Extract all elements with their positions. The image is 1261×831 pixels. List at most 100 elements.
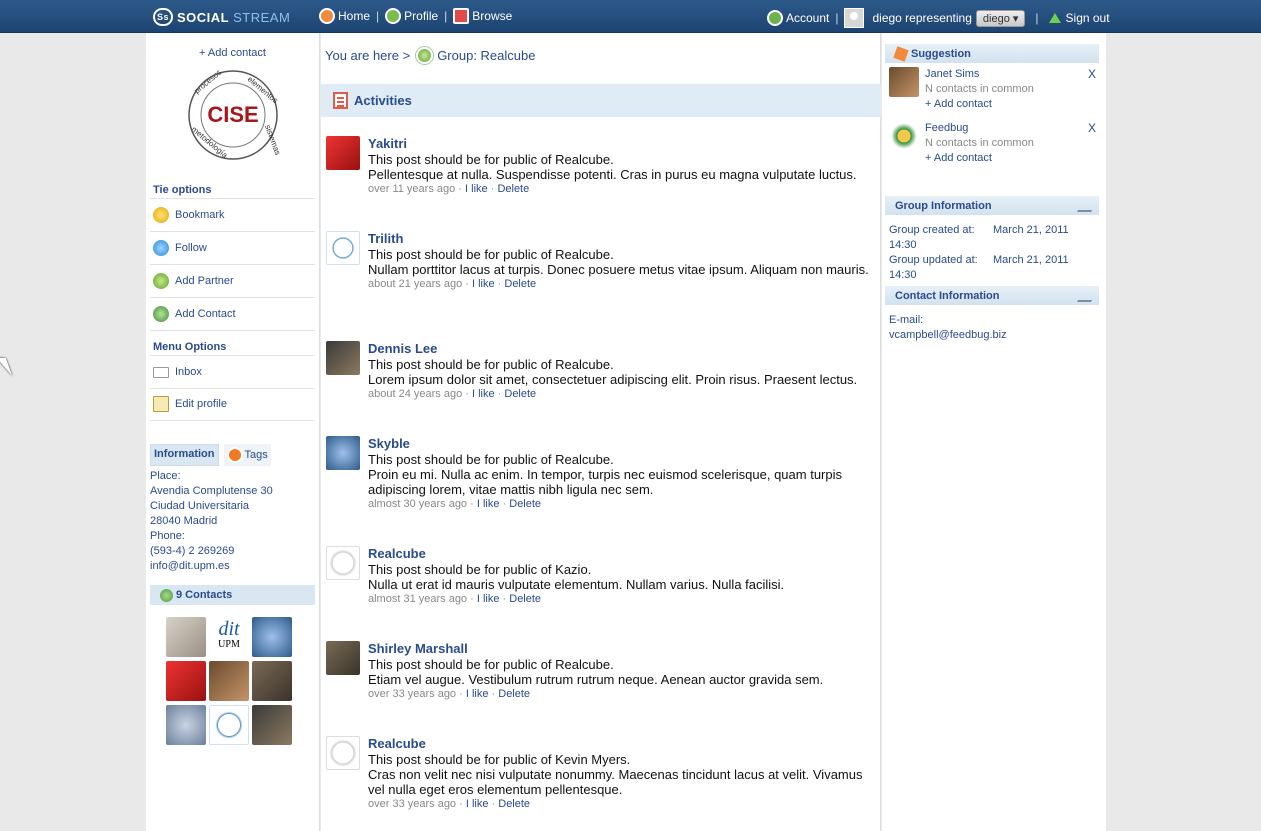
suggestion-avatar[interactable]: [889, 67, 919, 97]
suggestion-name[interactable]: Janet Sims: [925, 68, 979, 80]
follow-option[interactable]: Follow: [150, 232, 315, 265]
nav-home[interactable]: Home: [319, 8, 370, 24]
post-avatar[interactable]: [326, 436, 360, 470]
post-meta: about 24 years ago · I like · Delete: [368, 388, 537, 400]
tag-icon: [226, 447, 243, 463]
contact-avatar[interactable]: [252, 617, 292, 657]
post-text-line1: This post should be for public of Kevin …: [368, 752, 631, 767]
user-nav: Account | diego representing diego ▾ | S…: [767, 8, 1110, 28]
post-avatar[interactable]: [326, 231, 360, 265]
like-link[interactable]: I like: [466, 688, 489, 700]
suggestion-name[interactable]: Feedbug: [925, 122, 968, 134]
contact-avatar[interactable]: [252, 661, 292, 701]
contact-avatar-etsit[interactable]: [166, 705, 206, 745]
edit-pencil-icon[interactable]: [1076, 198, 1100, 212]
inbox-option[interactable]: Inbox: [150, 356, 315, 389]
like-link[interactable]: I like: [465, 183, 488, 195]
contact-avatar[interactable]: [209, 661, 249, 701]
profile-information: Place: Avendia Complutense 30 Ciudad Uni…: [150, 469, 273, 574]
add-partner-option[interactable]: Add Partner: [150, 265, 315, 298]
sign-out-link[interactable]: Sign out: [1048, 11, 1110, 25]
suggestion-add-contact[interactable]: + Add contact: [925, 98, 992, 110]
info-email[interactable]: info@dit.upm.es: [150, 559, 273, 574]
post-author[interactable]: Skyble: [368, 436, 873, 451]
partner-icon: [153, 273, 169, 289]
like-link[interactable]: I like: [477, 498, 500, 510]
post-avatar[interactable]: [326, 136, 360, 170]
contact-avatar-dit-upm[interactable]: dit UPM: [209, 617, 249, 657]
breadcrumb: You are here > Group: Realcube: [325, 47, 535, 64]
post-author[interactable]: Yakitri: [368, 136, 873, 151]
delete-link[interactable]: Delete: [509, 498, 541, 510]
menu-options-title: Menu Options: [153, 341, 227, 353]
add-contact-link[interactable]: + Add contact: [199, 47, 266, 59]
contact-info-title: Contact Information: [895, 289, 1000, 302]
logo-social: SOCIAL: [177, 9, 230, 25]
nav-account[interactable]: Account: [767, 10, 829, 26]
group-icon: [416, 47, 434, 64]
tab-tags[interactable]: Tags: [223, 444, 271, 466]
user-avatar[interactable]: [844, 8, 865, 28]
representation-select[interactable]: diego ▾: [975, 9, 1026, 27]
post-author[interactable]: Shirley Marshall: [368, 641, 873, 656]
nav-home-label: Home: [338, 9, 371, 23]
post-time: over 33 years ago: [368, 798, 457, 810]
post-author[interactable]: Realcube: [368, 546, 873, 561]
breadcrumb-group[interactable]: Group: Realcube: [437, 48, 535, 63]
email-value[interactable]: vcampbell@feedbug.biz: [889, 329, 1007, 341]
updated-value: March 21, 2011: [993, 254, 1069, 266]
contact-avatar[interactable]: [166, 617, 206, 657]
contact-avatar[interactable]: [209, 705, 249, 745]
nav-profile[interactable]: Profile: [385, 8, 438, 24]
delete-link[interactable]: Delete: [504, 388, 536, 400]
dismiss-suggestion-button[interactable]: X: [1088, 121, 1096, 135]
inbox-label: Inbox: [175, 366, 202, 378]
logo-ring-3: sistemas: [263, 124, 282, 157]
representing-text: diego representing: [872, 11, 972, 25]
post-time: almost 31 years ago: [368, 593, 468, 605]
right-sidebar: Suggestion Janet Sims N contacts in comm…: [882, 33, 1106, 831]
nav-profile-label: Profile: [404, 9, 439, 23]
delete-link[interactable]: Delete: [504, 278, 536, 290]
like-link[interactable]: I like: [472, 278, 495, 290]
like-link[interactable]: I like: [477, 593, 500, 605]
post-avatar[interactable]: [326, 546, 360, 580]
post-avatar[interactable]: [326, 341, 360, 375]
rep-select-value: diego: [982, 12, 1010, 25]
top-bar: Ss SOCIAL STREAM Home | Profile | Browse…: [0, 0, 1261, 33]
delete-link[interactable]: Delete: [509, 593, 541, 605]
like-link[interactable]: I like: [466, 798, 489, 810]
post-avatar[interactable]: [326, 736, 360, 770]
updated-label: Group updated at:: [889, 254, 978, 266]
dismiss-suggestion-button[interactable]: X: [1088, 67, 1096, 81]
tab-tags-label: Tags: [244, 449, 268, 461]
cise-logo: CISE procesos elementos sistemas metodol…: [188, 68, 282, 160]
suggestion-avatar[interactable]: [889, 121, 919, 151]
post-author[interactable]: Realcube: [368, 736, 873, 751]
post-text-line1: This post should be for public of Realcu…: [368, 152, 614, 167]
contact-avatar[interactable]: [252, 705, 292, 745]
delete-link[interactable]: Delete: [498, 798, 530, 810]
suggestion-add-contact[interactable]: + Add contact: [925, 152, 992, 164]
contact-avatar-ruby[interactable]: [166, 661, 206, 701]
post-author[interactable]: Dennis Lee: [368, 341, 873, 356]
logo-stream: STREAM: [233, 9, 291, 25]
nav-browse[interactable]: Browse: [453, 8, 512, 24]
edit-profile-option[interactable]: Edit profile: [150, 388, 315, 421]
bookmark-option[interactable]: Bookmark: [150, 199, 315, 232]
delete-link[interactable]: Delete: [498, 688, 530, 700]
post-avatar[interactable]: [326, 641, 360, 675]
tab-information[interactable]: Information: [150, 444, 219, 466]
delete-link[interactable]: Delete: [497, 183, 529, 195]
activities-icon: [333, 92, 348, 109]
post-text-line1: This post should be for public of Realcu…: [368, 452, 614, 467]
add-partner-label: Add Partner: [175, 275, 234, 287]
created-label: Group created at:: [889, 224, 975, 236]
edit-pencil-icon[interactable]: [1076, 288, 1100, 302]
post-author[interactable]: Trilith: [368, 231, 873, 246]
follow-icon: [153, 240, 169, 256]
social-stream-logo[interactable]: Ss SOCIAL STREAM: [153, 7, 290, 27]
add-contact-option[interactable]: Add Contact: [150, 298, 315, 331]
like-link[interactable]: I like: [472, 388, 495, 400]
info-place-label: Place:: [150, 470, 181, 482]
